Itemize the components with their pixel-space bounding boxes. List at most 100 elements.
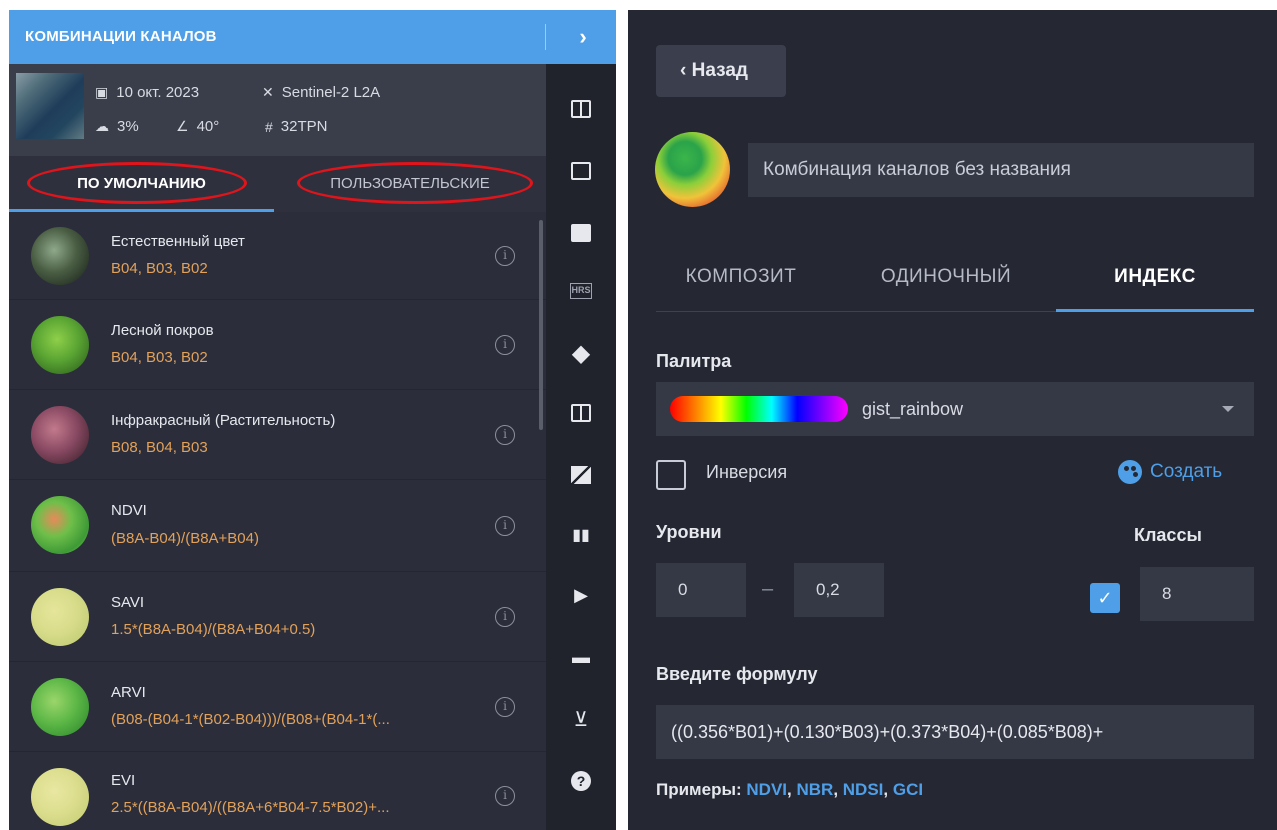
- info-icon[interactable]: i: [495, 697, 515, 717]
- combination-bands: B04, B03, B02: [111, 349, 208, 366]
- play-icon[interactable]: ▶: [546, 564, 616, 626]
- combination-preview: [655, 132, 730, 207]
- combination-thumbnail: [31, 768, 89, 826]
- example-link-ndvi[interactable]: NDVI: [746, 780, 787, 799]
- help-icon[interactable]: ?: [546, 750, 616, 812]
- palette-gradient: [670, 396, 848, 422]
- inversion-label: Инверсия: [706, 462, 788, 482]
- classes-count-input[interactable]: 8: [1140, 567, 1254, 621]
- info-icon[interactable]: i: [495, 786, 515, 806]
- info-icon[interactable]: i: [495, 607, 515, 627]
- cart-icon[interactable]: ⊻: [546, 688, 616, 750]
- combination-name: ARVI: [111, 684, 146, 701]
- tab-custom[interactable]: ПОЛЬЗОВАТЕЛЬСКИЕ: [274, 156, 546, 212]
- list-item[interactable]: EVI 2.5*((B8A-B04)/((B8A+6*B04-7.5*B02)+…: [9, 752, 546, 830]
- info-icon[interactable]: i: [495, 516, 515, 536]
- list-item[interactable]: Інфракрасный (Растительность) B08, B04, …: [9, 390, 546, 480]
- palette-icon: [1118, 460, 1142, 484]
- chevron-left-icon: ‹: [680, 60, 687, 81]
- list-scrollbar[interactable]: [539, 220, 543, 430]
- palette-value: gist_rainbow: [862, 399, 964, 419]
- scene-cloud: ☁ 3%: [95, 118, 139, 135]
- list-item[interactable]: Естественный цвет B04, B03, B02 i: [9, 212, 546, 300]
- combination-list: Естественный цвет B04, B03, B02 i Лесной…: [9, 212, 546, 830]
- scene-thumbnail: [16, 73, 84, 139]
- expand-panel-button[interactable]: ›: [559, 10, 607, 64]
- chevron-down-icon: [1222, 406, 1234, 412]
- palette-select[interactable]: gist_rainbow: [656, 382, 1254, 436]
- mode-tabs: КОМПОЗИТ ОДИНОЧНЫЙ ИНДЕКС: [656, 242, 1254, 312]
- info-icon[interactable]: i: [495, 246, 515, 266]
- angle-icon: ∠: [176, 118, 189, 134]
- level-min-input[interactable]: 0: [656, 563, 746, 617]
- formula-examples: Примеры: NDVI, NBR, NDSI, GCI: [656, 780, 924, 799]
- info-icon[interactable]: i: [495, 335, 515, 355]
- combination-name: SAVI: [111, 594, 145, 611]
- example-link-gci[interactable]: GCI: [893, 780, 923, 799]
- scene-angle: ∠ 40°: [176, 118, 220, 135]
- mosaic-icon[interactable]: [546, 444, 616, 506]
- panel-title: КОМБИНАЦИИ КАНАЛОВ: [25, 28, 217, 45]
- combination-thumbnail: [31, 678, 89, 736]
- image-icon[interactable]: [546, 202, 616, 264]
- screenshot-root: КОМБИНАЦИИ КАНАЛОВ › ▣ 10 окт. 2023 ✕ Se…: [0, 0, 1277, 830]
- scene-info: ▣ 10 окт. 2023 ✕ Sentinel-2 L2A ☁ 3% ∠ 4…: [9, 64, 546, 156]
- list-item[interactable]: SAVI 1.5*(B8A-B04)/(B8A+B04+0.5) i: [9, 572, 546, 662]
- formula-input[interactable]: ((0.356*B01)+(0.130*B03)+(0.373*B04)+(0.…: [656, 705, 1254, 759]
- calendar-icon: ▣: [95, 84, 109, 100]
- chart-icon[interactable]: ▮▮: [546, 504, 616, 566]
- list-item[interactable]: Лесной покров B04, B03, B02 i: [9, 300, 546, 390]
- hrs-icon[interactable]: HRS: [546, 260, 616, 322]
- panel-header: КОМБИНАЦИИ КАНАЛОВ ›: [9, 10, 616, 64]
- combination-name: Лесной покров: [111, 322, 214, 339]
- layers-icon[interactable]: ◆: [546, 322, 616, 384]
- crop-icon[interactable]: [546, 140, 616, 202]
- list-item[interactable]: NDVI (B8A-B04)/(B8A+B04) i: [9, 480, 546, 572]
- combination-bands: (B8A-B04)/(B8A+B04): [111, 530, 259, 547]
- back-label: Назад: [691, 60, 748, 81]
- split-icon[interactable]: [546, 382, 616, 444]
- tab-default[interactable]: ПО УМОЛЧАНИЮ: [9, 156, 274, 212]
- notes-icon[interactable]: ▬: [546, 626, 616, 688]
- create-palette-button[interactable]: Создать: [1118, 460, 1222, 484]
- combination-bands: B04, B03, B02: [111, 260, 208, 277]
- combination-thumbnail: [31, 406, 89, 464]
- combination-bands: 2.5*((B8A-B04)/((B8A+6*B04-7.5*B02)+...: [111, 799, 390, 816]
- combination-thumbnail: [31, 588, 89, 646]
- combination-editor-panel: ‹ Назад КОМПОЗИТ ОДИНОЧНЫЙ ИНДЕКС Палитр…: [628, 10, 1277, 830]
- header-divider: [545, 24, 546, 50]
- combination-name: NDVI: [111, 502, 147, 519]
- scene-satellite: ✕ Sentinel-2 L2A: [262, 84, 381, 101]
- combination-name: Естественный цвет: [111, 233, 245, 250]
- example-link-ndsi[interactable]: NDSI: [843, 780, 884, 799]
- combination-bands: (B08-(B04-1*(B02-B04)))/(B08+(B04-1*(...: [111, 711, 390, 728]
- compare-icon[interactable]: [546, 78, 616, 140]
- info-icon[interactable]: i: [495, 425, 515, 445]
- combination-name: EVI: [111, 772, 136, 789]
- inversion-checkbox[interactable]: [656, 460, 686, 490]
- tab-composite[interactable]: КОМПОЗИТ: [656, 242, 826, 312]
- combination-thumbnail: [31, 496, 89, 554]
- palette-label: Палитра: [656, 351, 732, 371]
- band-combinations-panel: КОМБИНАЦИИ КАНАЛОВ › ▣ 10 окт. 2023 ✕ Se…: [9, 10, 616, 830]
- level-max-input[interactable]: 0,2: [794, 563, 884, 617]
- combination-name-input[interactable]: [748, 143, 1254, 197]
- combination-name: Інфракрасный (Растительность): [111, 412, 336, 429]
- list-item[interactable]: ARVI (B08-(B04-1*(B02-B04)))/(B08+(B04-1…: [9, 662, 546, 752]
- back-button[interactable]: ‹ Назад: [656, 45, 786, 97]
- scene-date: ▣ 10 окт. 2023: [95, 84, 200, 101]
- cloud-icon: ☁: [95, 118, 109, 134]
- combination-thumbnail: [31, 227, 89, 285]
- tab-index[interactable]: ИНДЕКС: [1056, 242, 1254, 312]
- tab-single[interactable]: ОДИНОЧНЫЙ: [856, 242, 1036, 312]
- combination-thumbnail: [31, 316, 89, 374]
- formula-label: Введите формулу: [656, 664, 818, 684]
- examples-label: Примеры:: [656, 780, 742, 799]
- combination-bands: 1.5*(B8A-B04)/(B8A+B04+0.5): [111, 621, 316, 638]
- active-tab-indicator: [1056, 309, 1254, 312]
- example-link-nbr[interactable]: NBR: [796, 780, 833, 799]
- classes-label: Классы: [1134, 525, 1202, 545]
- combination-bands: B08, B04, B03: [111, 439, 208, 456]
- levels-label: Уровни: [656, 522, 722, 542]
- classes-checkbox[interactable]: ✓: [1090, 583, 1120, 613]
